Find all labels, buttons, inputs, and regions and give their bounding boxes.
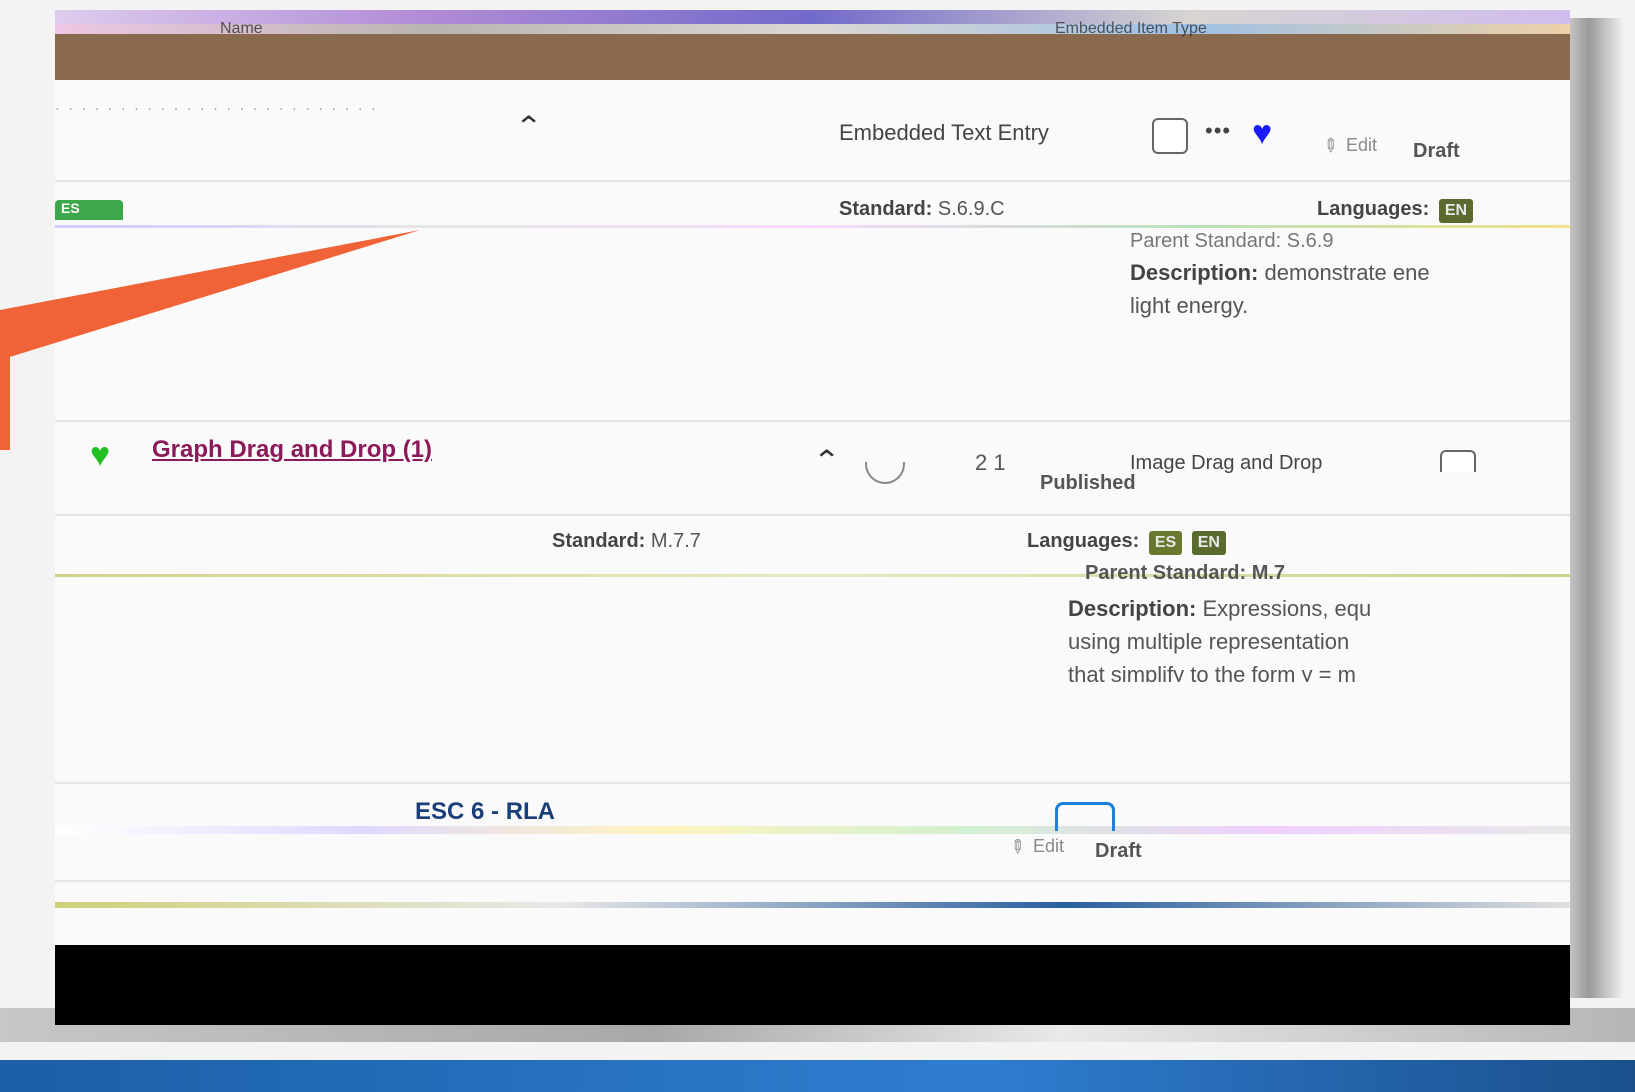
status-badge: Published xyxy=(1040,472,1136,494)
edit-button[interactable]: ✎ Edit xyxy=(1318,134,1377,159)
desktop-strip xyxy=(0,1060,1635,1092)
pencil-icon: ✎ xyxy=(1004,834,1030,860)
item-title-link[interactable]: ESC 6 - RLA xyxy=(415,798,555,826)
heart-icon[interactable]: ♥ xyxy=(1252,116,1272,150)
pencil-icon: ✎ xyxy=(1317,133,1343,159)
standard-info: Standard: M.7.7 xyxy=(552,530,701,552)
item-type: Embedded Text Entry xyxy=(839,120,1049,145)
language-badge-en: EN xyxy=(1191,531,1226,555)
column-header-type[interactable]: Embedded Item Type xyxy=(1055,20,1207,38)
more-icon[interactable]: ••• xyxy=(1205,118,1231,144)
description: Description: Expressions, equ using mult… xyxy=(1068,596,1372,682)
table-row: ♥ Graph Drag and Drop (1) ⌃ 2 1 Image Dr… xyxy=(55,422,1570,782)
language-badge-en: EN xyxy=(1438,199,1474,223)
languages-info: Languages: EN xyxy=(1317,198,1474,223)
standard-info: Standard: S.6.9.C xyxy=(839,198,1005,220)
table-row: ESC 6 - RLA ✎ Edit Draft xyxy=(55,784,1570,944)
blank-panel xyxy=(55,945,1570,1025)
select-checkbox[interactable] xyxy=(1152,118,1188,154)
language-badge-es: ES xyxy=(1148,531,1183,555)
description: Description: demonstrate ene light energ… xyxy=(1130,260,1430,318)
column-header-name[interactable]: Name xyxy=(220,20,263,38)
item-list-panel: Name Embedded Item Type · · · · · · · · … xyxy=(55,10,1570,1025)
select-checkbox[interactable] xyxy=(1440,450,1476,472)
parent-standard: Parent Standard: M.7 xyxy=(1085,562,1286,584)
annotation-arrow xyxy=(0,230,420,450)
status-badge: Draft xyxy=(1413,140,1460,162)
chevron-up-icon[interactable]: ⌃ xyxy=(813,444,841,477)
window-shadow xyxy=(1565,18,1625,998)
item-type: Image Drag and Drop xyxy=(1130,452,1323,474)
status-badge: Draft xyxy=(1095,840,1142,862)
arrow-head xyxy=(0,230,420,360)
table-header: Name Embedded Item Type xyxy=(55,10,1570,80)
language-tag: ES xyxy=(55,200,123,220)
chevron-up-icon[interactable]: ⌃ xyxy=(515,110,543,143)
languages-info: Languages: ES EN xyxy=(1027,530,1226,555)
edit-button[interactable]: ✎ Edit xyxy=(1005,835,1064,860)
count-indicator: 2 1 xyxy=(975,450,1006,475)
arrow-stem xyxy=(0,310,10,450)
toggle-indicator[interactable] xyxy=(1055,802,1115,831)
parent-standard: Parent Standard: S.6.9 xyxy=(1130,230,1334,252)
